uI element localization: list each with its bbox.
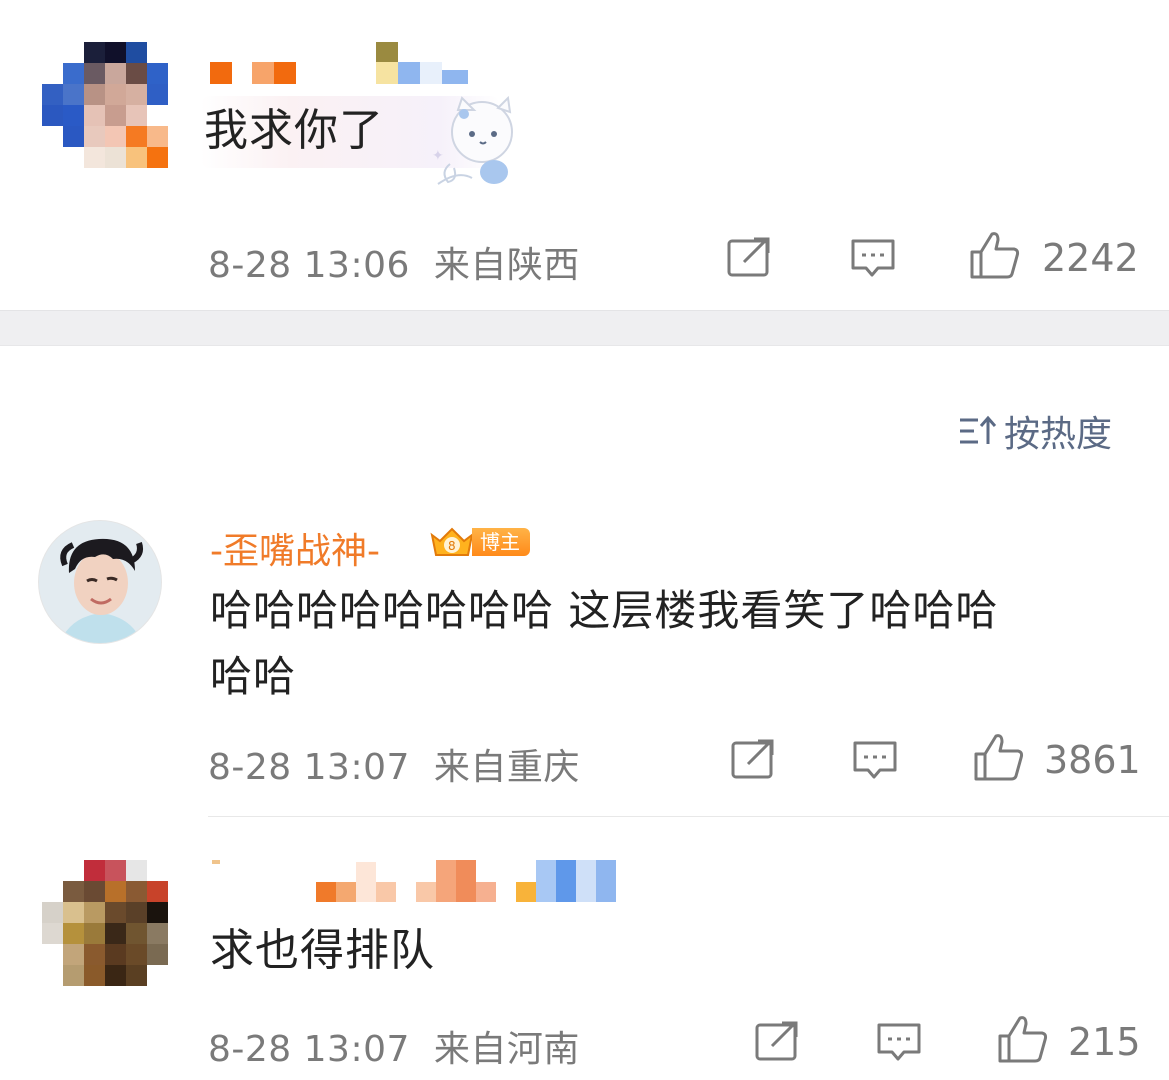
like-count: 3861 — [1044, 738, 1141, 782]
comment-time: 8-28 13:07 — [208, 747, 410, 788]
author-name[interactable]: -歪嘴战神- — [210, 522, 380, 574]
avatar[interactable] — [38, 520, 162, 644]
username-blurred-suffix — [376, 42, 468, 84]
comment-location: 来自陕西 — [433, 245, 580, 286]
section-divider — [0, 310, 1169, 346]
avatar-photo-image — [39, 521, 161, 643]
svg-text:✦: ✦ — [432, 148, 444, 164]
blogger-badge: 8 博主 — [428, 525, 530, 559]
like-count: 2242 — [1042, 236, 1139, 280]
sort-icon — [960, 415, 997, 444]
sort-by-hot-button[interactable]: 按热度 — [958, 408, 1113, 455]
comment-meta: 8-28 13:07 来自重庆 — [208, 738, 580, 790]
sort-label: 按热度 — [1004, 414, 1113, 455]
repost-icon[interactable] — [730, 738, 778, 782]
username-blurred[interactable] — [212, 860, 616, 902]
comment-meta: 8-28 13:07 来自河南 — [208, 1020, 580, 1072]
comment-text: 求也得排队 — [210, 925, 435, 976]
comment-text-line-2: 哈哈 — [210, 652, 297, 701]
comment-icon[interactable] — [852, 740, 898, 782]
comment-location: 来自河南 — [433, 1029, 580, 1070]
comment-separator — [208, 816, 1169, 817]
crown-icon: 8 — [430, 527, 474, 556]
avatar[interactable] — [42, 42, 168, 168]
like-icon[interactable] — [972, 732, 1026, 782]
like-count: 215 — [1068, 1020, 1141, 1064]
comment-text: 我求你了 — [204, 105, 384, 156]
comment-icon[interactable] — [850, 238, 896, 280]
avatar[interactable] — [42, 860, 168, 986]
svg-text:8: 8 — [448, 539, 456, 553]
username-blurred[interactable] — [210, 62, 296, 84]
badge-label: 博主 — [472, 528, 530, 556]
like-icon[interactable] — [996, 1014, 1050, 1064]
comment-text-line-1: 哈哈哈哈哈哈哈哈 这层楼我看笑了哈哈哈 — [210, 586, 999, 635]
cat-icon: ✦ — [432, 95, 513, 185]
repost-icon[interactable] — [726, 236, 774, 280]
repost-icon[interactable] — [754, 1020, 802, 1064]
comment-icon[interactable] — [876, 1022, 922, 1064]
comment-location: 来自重庆 — [433, 747, 580, 788]
comment-time: 8-28 13:06 — [208, 245, 410, 286]
comment-meta: 8-28 13:06 来自陕西 — [208, 236, 580, 288]
comment-time: 8-28 13:07 — [208, 1029, 410, 1070]
like-icon[interactable] — [968, 230, 1022, 280]
